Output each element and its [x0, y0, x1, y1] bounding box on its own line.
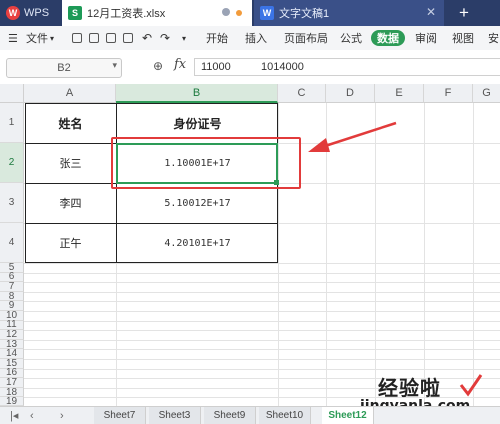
column-header-d[interactable]: D: [326, 84, 375, 103]
checkmark-icon: [459, 374, 483, 397]
gridline: [24, 349, 500, 351]
menu-formulas[interactable]: 公式: [340, 26, 362, 50]
cell-b4[interactable]: 4.20101E+17: [117, 223, 278, 263]
menu-bar: ☰ 文件 ▾ ↶ ↷ ▾ 开始 插入 页面布局 公式 数据 审阅 视图 安: [0, 26, 500, 51]
cell-a2[interactable]: 张三: [25, 143, 116, 183]
menu-security[interactable]: 安: [488, 26, 499, 50]
column-header-b[interactable]: B: [116, 84, 278, 103]
gridline: [24, 359, 500, 360]
undo-icon[interactable]: ↶: [142, 26, 152, 50]
menu-insert[interactable]: 插入: [245, 26, 267, 50]
open-icon[interactable]: [72, 33, 82, 43]
column-header-a[interactable]: A: [24, 84, 116, 103]
tab-spreadsheet-label: 12月工资表.xlsx: [87, 8, 166, 20]
formula-value-start: 11000: [201, 61, 231, 73]
redo-icon[interactable]: ↷: [160, 26, 170, 50]
gridline: [24, 311, 500, 312]
cell-b3[interactable]: 5.10012E+17: [117, 183, 278, 223]
column-header-c[interactable]: C: [278, 84, 326, 103]
row-header-2[interactable]: 2: [0, 143, 24, 183]
tab-wps-home[interactable]: W WPS: [0, 0, 60, 26]
menu-data[interactable]: 数据: [371, 30, 405, 46]
column-header-g[interactable]: G: [473, 84, 500, 103]
tab-document[interactable]: W 文字文稿1 ✕: [254, 0, 444, 26]
gridline: [24, 301, 500, 303]
wps-logo-icon: W: [6, 6, 20, 20]
cell-a4[interactable]: 正午: [25, 223, 116, 263]
tab-document-label: 文字文稿1: [279, 8, 330, 20]
zoom-lookup-icon[interactable]: ⊕: [153, 59, 163, 73]
sheet-tab-bar: |◂ ‹ › Sheet7 Sheet3 Sheet9 Sheet10 Shee…: [0, 406, 500, 424]
next-sheet-icon[interactable]: ›: [60, 407, 64, 424]
column-header-f[interactable]: F: [424, 84, 473, 103]
menu-home[interactable]: 开始: [206, 26, 228, 50]
prev-sheet-icon[interactable]: ‹: [30, 407, 34, 424]
sheet-tab-sheet10[interactable]: Sheet10: [259, 407, 311, 424]
name-box[interactable]: B2 ▾: [6, 58, 122, 78]
save-icon[interactable]: [89, 33, 99, 43]
row-header-1[interactable]: 1: [0, 103, 24, 143]
first-sheet-icon[interactable]: |◂: [10, 407, 18, 424]
gridline: [24, 320, 500, 322]
pin-icon[interactable]: [222, 8, 230, 16]
annotation-highlight-box: [111, 137, 301, 189]
formula-input[interactable]: 11000 1014000: [194, 58, 500, 76]
gridline: [473, 103, 474, 406]
annotation-arrow-icon: [308, 121, 397, 152]
cell-reference: B2: [57, 62, 71, 74]
formula-value-end: 1014000: [261, 61, 304, 73]
gridline: [24, 263, 500, 264]
sheet-tab-sheet9[interactable]: Sheet9: [204, 407, 256, 424]
name-box-dropdown-icon[interactable]: ▾: [112, 60, 117, 71]
quick-access-chevron-icon[interactable]: ▾: [182, 26, 186, 50]
menu-file[interactable]: 文件: [26, 26, 48, 50]
gridline: [424, 103, 425, 406]
menu-view[interactable]: 视图: [452, 26, 474, 50]
document-file-icon: W: [260, 6, 274, 20]
hamburger-menu-icon[interactable]: ☰: [8, 26, 18, 50]
gridline: [24, 339, 500, 341]
cell-a3[interactable]: 李四: [25, 183, 116, 223]
menu-review[interactable]: 审阅: [415, 26, 437, 50]
print-preview-icon[interactable]: [123, 33, 133, 43]
cell-a1[interactable]: 姓名: [25, 103, 116, 143]
menu-page-layout[interactable]: 页面布局: [284, 26, 328, 50]
row-header-4[interactable]: 4: [0, 223, 24, 263]
watermark-title: 经验啦: [378, 378, 441, 400]
select-all-corner[interactable]: [0, 84, 24, 103]
gridline: [24, 272, 500, 274]
gridline: [24, 330, 500, 332]
redacted-region: [233, 60, 257, 74]
gridline: [24, 282, 500, 284]
spreadsheet-file-icon: S: [68, 6, 82, 20]
formula-bar: B2 ▾ ⊕ fx 11000 1014000: [0, 50, 500, 85]
sheet-tab-sheet7[interactable]: Sheet7: [94, 407, 146, 424]
column-header-e[interactable]: E: [375, 84, 424, 103]
row-header-3[interactable]: 3: [0, 183, 24, 223]
new-tab-button[interactable]: +: [452, 0, 476, 26]
tab-spreadsheet[interactable]: S 12月工资表.xlsx: [62, 0, 252, 26]
sheet-tab-sheet12[interactable]: Sheet12: [322, 407, 374, 424]
row-header-19[interactable]: 19: [0, 396, 24, 407]
close-icon[interactable]: ✕: [426, 5, 436, 19]
sheet-tab-sheet3[interactable]: Sheet3: [149, 407, 201, 424]
gridline: [24, 291, 500, 293]
unsaved-dot-icon: [236, 10, 242, 16]
fx-icon[interactable]: fx: [174, 57, 186, 72]
title-tab-bar: W WPS S 12月工资表.xlsx W 文字文稿1 ✕ +: [0, 0, 500, 26]
chevron-down-icon[interactable]: ▾: [50, 26, 54, 50]
tab-wps-label: WPS: [24, 7, 50, 19]
print-icon[interactable]: [106, 33, 116, 43]
